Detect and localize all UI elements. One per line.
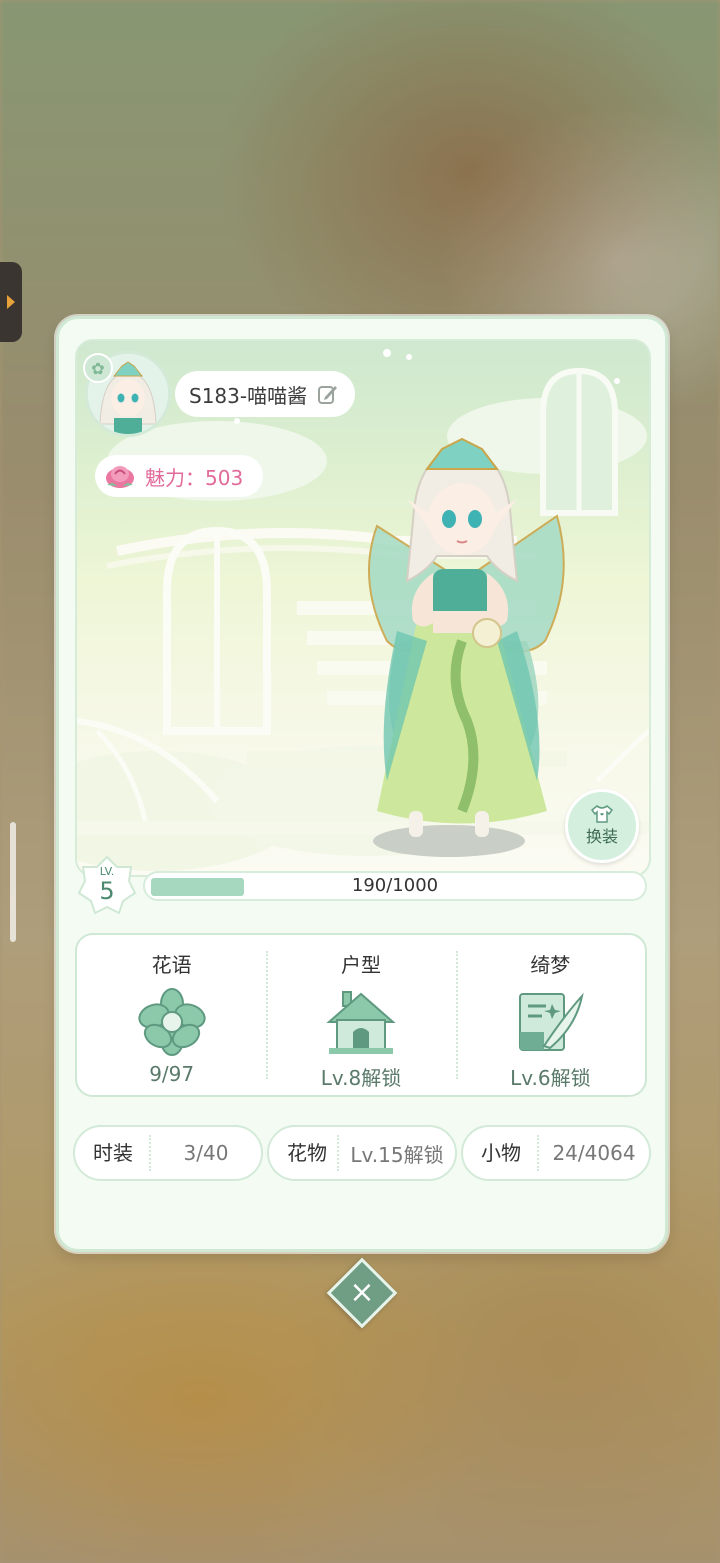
edit-icon[interactable] bbox=[317, 383, 339, 405]
rose-icon bbox=[106, 466, 134, 488]
character-scene: ✿ S183-喵喵酱 魅力：503 换装 bbox=[75, 339, 651, 877]
garden-background-art bbox=[77, 349, 649, 871]
stats-card: 花语 9/97 户型 Lv.8解锁 绮梦 Lv.6解锁 bbox=[75, 933, 647, 1097]
stat-dream[interactable]: 绮梦 Lv.6解锁 bbox=[455, 935, 645, 1095]
dream-quill-icon bbox=[519, 992, 585, 1051]
stat-value: Lv.8解锁 bbox=[320, 1066, 402, 1090]
level-value: 5 bbox=[99, 877, 115, 905]
chip-fashion[interactable]: 时装 3/40 bbox=[73, 1125, 263, 1181]
chip-value: 24/4064 bbox=[552, 1141, 636, 1165]
scroll-indicator bbox=[10, 822, 16, 942]
close-icon: × bbox=[349, 1275, 375, 1310]
stat-title: 花语 bbox=[151, 953, 192, 977]
side-drawer-tab[interactable] bbox=[0, 262, 22, 342]
settings-gear-icon[interactable]: ✿ bbox=[83, 353, 113, 383]
stat-value: Lv.6解锁 bbox=[510, 1066, 591, 1090]
stat-value: 9/97 bbox=[149, 1062, 195, 1086]
xp-progress-bar: 190/1000 bbox=[143, 871, 647, 901]
stat-flower-language[interactable]: 花语 9/97 bbox=[77, 935, 266, 1095]
shirt-icon bbox=[591, 805, 613, 823]
player-name: S183-喵喵酱 bbox=[189, 383, 308, 408]
xp-progress-text: 190/1000 bbox=[351, 875, 439, 896]
level-badge: LV. 5 bbox=[77, 855, 137, 915]
change-outfit-label: 换装 bbox=[585, 827, 618, 846]
chip-value: Lv.15解锁 bbox=[350, 1142, 444, 1167]
stat-title: 户型 bbox=[340, 953, 381, 977]
charm-value: 魅力：503 bbox=[145, 465, 244, 490]
chip-small-items[interactable]: 小物 24/4064 bbox=[461, 1125, 651, 1181]
stat-title: 绮梦 bbox=[530, 953, 571, 977]
player-name-pill[interactable]: S183-喵喵酱 bbox=[175, 371, 356, 417]
stat-house-type[interactable]: 户型 Lv.8解锁 bbox=[266, 935, 455, 1095]
chip-flower-items[interactable]: 花物 Lv.15解锁 bbox=[267, 1125, 457, 1181]
flower-icon bbox=[138, 988, 206, 1056]
profile-panel: ✿ S183-喵喵酱 魅力：503 换装 LV. 5 190/1000 花语 9… bbox=[56, 316, 668, 1252]
chip-key: 小物 bbox=[463, 1135, 539, 1171]
chip-key: 时装 bbox=[75, 1135, 151, 1171]
charm-pill: 魅力：503 bbox=[95, 455, 264, 497]
house-icon bbox=[326, 991, 396, 1054]
chip-key: 花物 bbox=[269, 1135, 339, 1171]
chip-value: 3/40 bbox=[183, 1141, 229, 1165]
change-outfit-button[interactable]: 换装 bbox=[565, 789, 639, 863]
